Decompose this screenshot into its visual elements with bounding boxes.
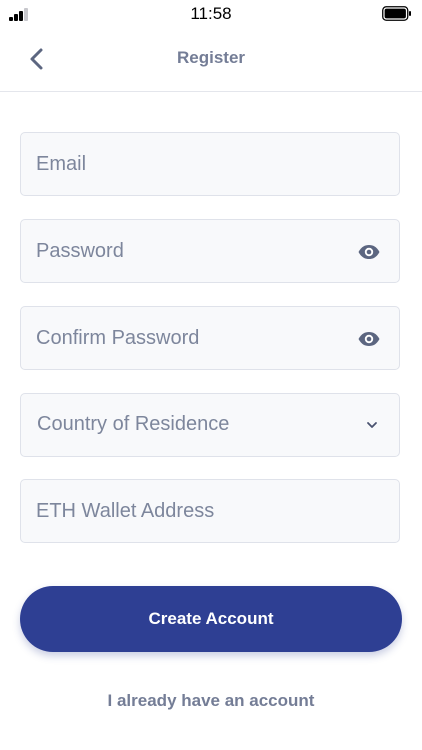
create-account-button[interactable]: Create Account <box>20 586 402 652</box>
navigation-header: Register <box>0 28 422 92</box>
page-title: Register <box>176 48 246 67</box>
eth-wallet-address-field[interactable] <box>21 480 399 542</box>
confirm-password-field-container <box>20 306 400 370</box>
country-select[interactable]: Country of Residence <box>20 393 400 457</box>
password-field[interactable] <box>21 220 399 282</box>
already-have-account-link[interactable]: I already have an account <box>0 691 422 711</box>
status-bar: 11:58 <box>0 0 422 28</box>
eth-wallet-field-container <box>20 479 400 543</box>
password-field-container <box>20 219 400 283</box>
chevron-down-icon <box>367 422 377 428</box>
eye-icon[interactable] <box>357 327 381 351</box>
country-select-value: Country of Residence <box>37 413 230 435</box>
eye-icon[interactable] <box>357 240 381 264</box>
email-field[interactable] <box>21 133 399 195</box>
status-time: 11:58 <box>190 4 232 23</box>
battery-icon <box>382 6 411 21</box>
email-field-container <box>20 132 400 196</box>
confirm-password-field[interactable] <box>21 307 399 369</box>
